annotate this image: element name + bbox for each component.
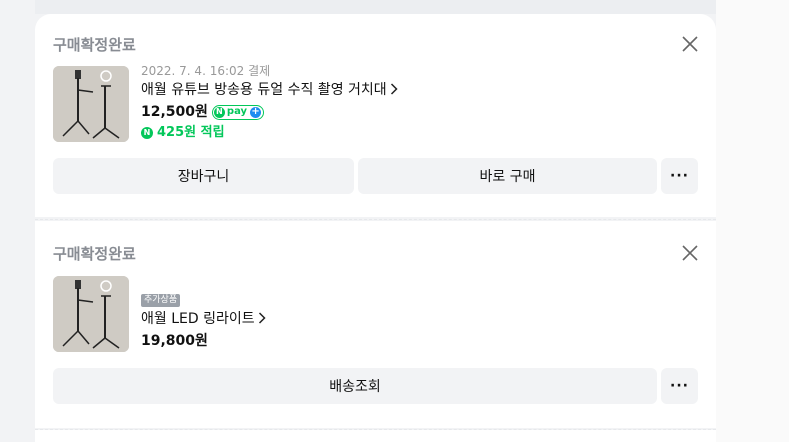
product-title: 애월 LED 링라이트 [141,311,255,327]
points-row: N 425원 적립 [141,125,398,141]
naver-points-icon: N [141,127,153,139]
more-icon[interactable]: ··· [661,158,698,194]
order-card: 구매확정완료 2022. 7. 4. 16:02 결제 애월 유튜브 방송용 듀… [35,14,716,217]
payment-date: 2022. 7. 4. 16:02 결제 [141,64,271,78]
naver-pay-icon: Npay + [211,104,265,120]
product-title-link[interactable]: 애월 유튜브 방송용 듀얼 수직 촬영 거치대 [141,81,398,100]
product-price-row: 12,500원 Npay + [141,103,398,121]
product-price: 19,800원 [141,333,208,349]
product-price-row: 19,800원 [141,332,266,350]
product-thumbnail[interactable] [53,66,129,142]
product-title-link[interactable]: 애월 LED 링라이트 [141,310,266,329]
more-icon[interactable]: ··· [661,368,698,404]
product-title: 애월 유튜브 방송용 듀얼 수직 촬영 거치대 [141,82,387,98]
chevron-right-icon [390,82,398,100]
add-to-cart-button[interactable]: 장바구니 [53,158,354,194]
next-order-card [35,430,716,442]
close-icon[interactable] [681,244,699,262]
product-thumbnail[interactable] [53,276,129,352]
buy-now-button[interactable]: 바로 구매 [358,158,657,194]
chevron-right-icon [258,311,266,329]
close-icon[interactable] [681,35,699,53]
product-info: 2022. 7. 4. 16:02 결제 애월 유튜브 방송용 듀얼 수직 촬영… [141,64,398,141]
track-delivery-button[interactable]: 배송조회 [53,368,657,404]
add-on-badge: 추가상품 [141,294,181,307]
order-card: 구매확정완료 추가상품 애월 LED 링라이트 19,800원 배송조회 ··· [35,221,716,428]
card-divider [35,219,716,220]
order-status: 구매확정완료 [53,36,136,54]
background-strip [716,0,789,442]
reward-points: 425원 적립 [157,125,225,140]
order-status: 구매확정완료 [53,245,136,263]
product-price: 12,500원 [141,104,208,120]
product-info: 추가상품 애월 LED 링라이트 19,800원 [141,287,266,350]
previous-card-edge [35,0,716,14]
